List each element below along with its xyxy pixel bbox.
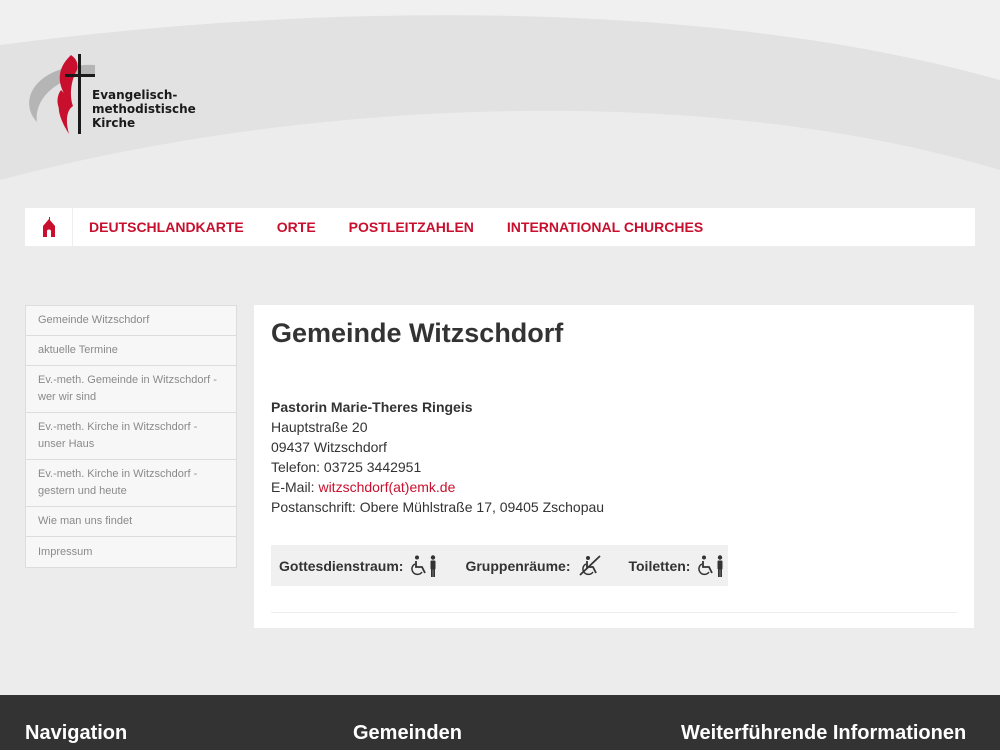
logo-line-1: Evangelisch- — [92, 88, 178, 102]
toilets-label: Toiletten: — [628, 557, 691, 574]
logo-wordmark: Evangelisch- methodistische Kirche — [92, 88, 196, 130]
nav-item-postleitzahlen[interactable]: POSTLEITZAHLEN — [332, 219, 490, 235]
footer-heading-weiterfuehrende: Weiterführende Informationen — [681, 722, 967, 744]
accessibility-worship: Gottesdienstraum: — [279, 554, 439, 577]
nav-item-international-churches[interactable]: INTERNATIONAL CHURCHES — [490, 219, 719, 235]
sidebar-item-impressum[interactable]: Impressum — [26, 537, 236, 567]
logo-line-3: Kirche — [92, 116, 136, 130]
main-navigation: DEUTSCHLANDKARTE ORTE POSTLEITZAHLEN INT… — [25, 208, 975, 246]
accessibility-toilets: Toiletten: — [628, 554, 726, 577]
sidebar-item-wer-wir-sind[interactable]: Ev.-meth. Gemeinde in Witzschdorf - wer … — [26, 366, 236, 413]
accessibility-info: Gottesdienstraum: Gruppenräume: Toilette… — [271, 545, 728, 586]
logo-line-2: methodistische — [92, 102, 196, 116]
content-divider — [271, 612, 957, 613]
cross-and-flame-logo-icon — [29, 54, 95, 134]
address-city: 09437 Witzschdorf — [271, 439, 387, 455]
email-label: E-Mail: — [271, 479, 319, 495]
nav-home-button[interactable] — [25, 208, 73, 246]
footer-heading-gemeinden: Gemeinden — [353, 722, 462, 744]
not-wheelchair-accessible-icon — [579, 554, 602, 576]
phone-number: Telefon: 03725 3442951 — [271, 459, 422, 475]
email-row: E-Mail: witzschdorf(at)emk.de — [271, 477, 957, 497]
page-title: Gemeinde Witzschdorf — [271, 318, 564, 348]
accessibility-groups: Gruppenräume: — [465, 554, 602, 577]
sidebar-item-anfahrt[interactable]: Wie man uns findet — [26, 507, 236, 537]
email-link[interactable]: witzschdorf(at)emk.de — [318, 479, 455, 495]
sidebar-item-gemeinde[interactable]: Gemeinde Witzschdorf — [26, 306, 236, 336]
main-content: Gemeinde Witzschdorf Pastorin Marie-Ther… — [254, 305, 974, 628]
groups-label: Gruppenräume: — [465, 557, 571, 574]
sidebar-item-termine[interactable]: aktuelle Termine — [26, 336, 236, 366]
wheelchair-accessible-icon — [698, 554, 723, 577]
header-background-swoosh — [0, 0, 1000, 300]
sidebar-item-gestern-und-heute[interactable]: Ev.-meth. Kirche in Witzschdorf - gester… — [26, 460, 236, 507]
address-street: Hauptstraße 20 — [271, 419, 368, 435]
church-icon — [42, 217, 55, 237]
sidebar-item-unser-haus[interactable]: Ev.-meth. Kirche in Witzschdorf - unser … — [26, 413, 236, 460]
nav-item-orte[interactable]: ORTE — [260, 219, 332, 235]
worship-label: Gottesdienstraum: — [279, 557, 404, 574]
sidebar-menu: Gemeinde Witzschdorf aktuelle Termine Ev… — [25, 305, 237, 568]
footer-heading-navigation: Navigation — [25, 722, 128, 744]
postal-address: Postanschrift: Obere Mühlstraße 17, 0940… — [271, 499, 605, 515]
nav-item-deutschlandkarte[interactable]: DEUTSCHLANDKARTE — [73, 219, 260, 235]
wheelchair-accessible-icon — [411, 554, 436, 577]
contact-address: Pastorin Marie-Theres Ringeis Hauptstraß… — [271, 397, 957, 517]
site-logo[interactable]: Evangelisch- methodistische Kirche — [25, 50, 196, 140]
site-footer: Navigation Gemeinden Weiterführende Info… — [0, 695, 1000, 750]
pastor-name: Pastorin Marie-Theres Ringeis — [271, 399, 473, 415]
